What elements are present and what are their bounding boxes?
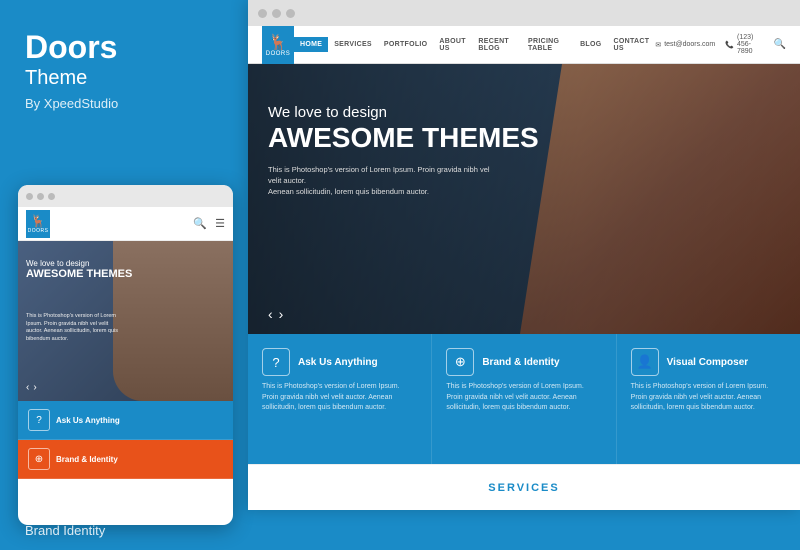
hero-desc-line2: Aenean sollicitudin, lorem quis bibendum…: [268, 187, 429, 196]
mobile-hero-line1: We love to design: [26, 259, 132, 268]
dcard-brand-header: ⊕ Brand & Identity: [446, 348, 601, 376]
brand-icon: ⊕: [28, 448, 50, 470]
dcard-visual-header: 👤 Visual Composer: [631, 348, 786, 376]
deer-icon-small: 🦌: [31, 214, 46, 228]
next-arrow-icon[interactable]: ›: [33, 382, 36, 393]
nav-phone: 📞 (123) 456-7890: [725, 34, 763, 55]
nav-services[interactable]: SERVICES: [328, 37, 378, 52]
mobile-hero-text: We love to design awesome THEMES: [26, 259, 132, 281]
desktop-hero: We love to design awesome THEMES This is…: [248, 64, 800, 334]
dcard-ask-title: Ask Us Anything: [298, 357, 378, 368]
hero-desc-line1: This is Photoshop's version of Lorem Ips…: [268, 165, 490, 185]
hero-text-area: We love to design awesome THEMES This is…: [268, 104, 539, 198]
mobile-card-brand[interactable]: ⊕ Brand & Identity: [18, 440, 233, 479]
nav-about[interactable]: ABOUT US: [433, 34, 472, 56]
desktop-dot-3: [286, 9, 295, 18]
mobile-hero-desc: This is Photoshop's version of Lorem Ips…: [26, 313, 126, 344]
mobile-card-ask[interactable]: ? Ask Us Anything: [18, 401, 233, 440]
desktop-nav: 🦌 DOORS HOME SERVICES PORTFOLIO ABOUT US…: [248, 26, 800, 64]
mobile-dot-1: [26, 193, 33, 200]
mobile-hero-line2: awesome THEMES: [26, 268, 132, 281]
dcard-visual-icon: 👤: [631, 348, 659, 376]
brand-by: By XpeedStudio: [25, 96, 223, 111]
desktop-dot-1: [258, 9, 267, 18]
phone-text: (123) 456-7890: [737, 34, 764, 55]
nav-pricing[interactable]: PRICING TABLE: [522, 34, 574, 56]
prev-arrow-icon[interactable]: ‹: [26, 382, 29, 393]
dcard-brand-text: This is Photoshop's version of Lorem Ips…: [446, 382, 601, 414]
desktop-cards: ? Ask Us Anything This is Photoshop's ve…: [248, 334, 800, 464]
services-label: SERVICES: [488, 482, 559, 494]
brand-name: Doors: [25, 30, 223, 65]
brand-subtitle: Theme: [25, 67, 223, 90]
desktop-titlebar: [248, 0, 800, 26]
mobile-ask-label: Ask Us Anything: [56, 416, 120, 425]
dcard-ask-text: This is Photoshop's version of Lorem Ips…: [262, 382, 417, 414]
dcard-visual[interactable]: 👤 Visual Composer This is Photoshop's ve…: [617, 334, 800, 464]
ask-icon: ?: [28, 409, 50, 431]
nav-home[interactable]: HOME: [294, 37, 328, 52]
mobile-doors-label: DOORS: [28, 228, 49, 234]
mobile-search-icon[interactable]: 🔍: [193, 217, 207, 230]
dcard-ask[interactable]: ? Ask Us Anything This is Photoshop's ve…: [248, 334, 432, 464]
mobile-hero-arrows: ‹ ›: [26, 382, 37, 393]
desktop-nav-items: HOME SERVICES PORTFOLIO ABOUT US RECENT …: [294, 34, 655, 56]
desktop-dot-2: [272, 9, 281, 18]
dcard-brand[interactable]: ⊕ Brand & Identity This is Photoshop's v…: [432, 334, 616, 464]
desktop-search-icon[interactable]: 🔍: [774, 39, 786, 50]
bottom-brand-text: Brand Identity: [25, 523, 105, 538]
dcard-brand-icon: ⊕: [446, 348, 474, 376]
hero-arrows: ‹ ›: [268, 306, 283, 322]
desktop-services: SERVICES: [248, 464, 800, 510]
hero-desc: This is Photoshop's version of Lorem Ips…: [268, 164, 498, 198]
dcard-visual-text: This is Photoshop's version of Lorem Ips…: [631, 382, 786, 414]
mobile-dot-2: [37, 193, 44, 200]
nav-blog[interactable]: RECENT BLOG: [472, 34, 522, 56]
desktop-mockup: 🦌 DOORS HOME SERVICES PORTFOLIO ABOUT US…: [248, 0, 800, 510]
left-panel: Doors Theme By XpeedStudio 🦌 DOORS 🔍 ☰: [0, 0, 248, 550]
nav-blog2[interactable]: BLOG: [574, 37, 607, 52]
mobile-dot-3: [48, 193, 55, 200]
hero-line2: awesome THEMES: [268, 123, 539, 154]
desktop-logo-area: 🦌 DOORS: [262, 26, 294, 64]
desktop-logo-box: 🦌 DOORS: [262, 26, 294, 64]
nav-portfolio[interactable]: PORTFOLIO: [378, 37, 434, 52]
desktop-doors-label: DOORS: [266, 51, 291, 57]
mobile-hero: We love to design awesome THEMES This is…: [18, 241, 233, 401]
mobile-nav: 🦌 DOORS 🔍 ☰: [18, 207, 233, 241]
deer-icon: 🦌: [269, 33, 288, 51]
mobile-nav-icons: 🔍 ☰: [193, 217, 225, 230]
hero-line1: We love to design: [268, 104, 539, 121]
nav-contact[interactable]: CONTACT US: [608, 34, 656, 56]
dcard-brand-title: Brand & Identity: [482, 357, 559, 368]
email-icon: ✉: [655, 41, 661, 49]
email-text: test@doors.com: [664, 41, 715, 48]
mobile-titlebar: [18, 185, 233, 207]
mobile-brand-label: Brand & Identity: [56, 455, 118, 464]
mobile-logo-box: 🦌 DOORS: [26, 210, 50, 238]
dcard-ask-header: ? Ask Us Anything: [262, 348, 417, 376]
hero-prev-icon[interactable]: ‹: [268, 306, 273, 322]
phone-icon: 📞: [725, 41, 734, 49]
mobile-menu-icon[interactable]: ☰: [215, 217, 225, 230]
mobile-logo-area: 🦌 DOORS: [26, 210, 50, 238]
desktop-nav-right: ✉ test@doors.com 📞 (123) 456-7890 🔍: [655, 34, 786, 55]
mobile-mockup: 🦌 DOORS 🔍 ☰ We love to design awesome TH…: [18, 185, 233, 525]
dcard-ask-icon: ?: [262, 348, 290, 376]
nav-email: ✉ test@doors.com: [655, 41, 715, 49]
dcard-visual-title: Visual Composer: [667, 357, 749, 368]
hero-next-icon[interactable]: ›: [279, 306, 284, 322]
